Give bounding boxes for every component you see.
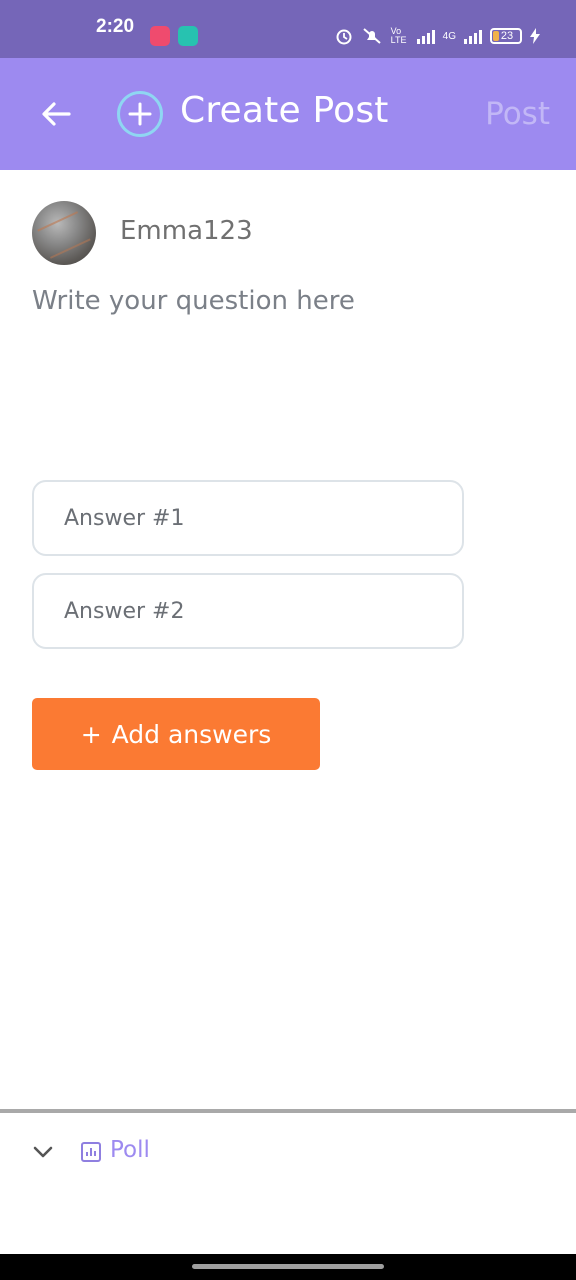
poll-label[interactable]: Poll: [110, 1137, 150, 1163]
network-4g-indicator: 4G: [442, 30, 456, 42]
question-input[interactable]: [32, 286, 544, 436]
home-indicator[interactable]: [192, 1264, 384, 1269]
answer-field-1[interactable]: [32, 480, 464, 556]
signal-bars-icon: [416, 28, 435, 44]
plus-circle-icon: [117, 91, 163, 137]
add-answers-button[interactable]: + Add answers: [32, 698, 320, 770]
volte-indicator: Vo LTE: [390, 26, 407, 45]
alarm-icon: [336, 29, 352, 45]
poll-chart-icon: [81, 1142, 101, 1162]
page-title: Create Post: [180, 90, 389, 131]
system-nav-bar: [0, 1254, 576, 1280]
status-bar: 2:20 Vo LTE 4G 23: [0, 0, 576, 58]
chevron-down-icon: [33, 1146, 53, 1158]
post-button[interactable]: Post: [485, 96, 550, 132]
status-indicators: Vo LTE 4G 23: [335, 24, 540, 48]
plus-icon: +: [80, 719, 102, 749]
post-type-panel: Poll: [0, 1113, 576, 1254]
mute-bell-icon: [362, 28, 381, 44]
screen-recorder-notification-icon: [150, 26, 170, 46]
username: Emma123: [120, 216, 253, 246]
add-answers-label: Add answers: [111, 719, 272, 749]
signal-bars-2-icon: [464, 28, 482, 44]
battery-icon: 23: [490, 28, 522, 44]
avatar: [32, 201, 96, 265]
charging-icon: [530, 28, 540, 44]
answer-field-2[interactable]: [32, 573, 464, 649]
back-button[interactable]: [36, 94, 76, 134]
collapse-button[interactable]: [30, 1139, 56, 1165]
status-time: 2:20: [96, 16, 135, 37]
chat-notification-icon: [178, 26, 198, 46]
app-bar: Create Post Post: [0, 58, 576, 170]
arrow-left-icon: [42, 102, 71, 126]
